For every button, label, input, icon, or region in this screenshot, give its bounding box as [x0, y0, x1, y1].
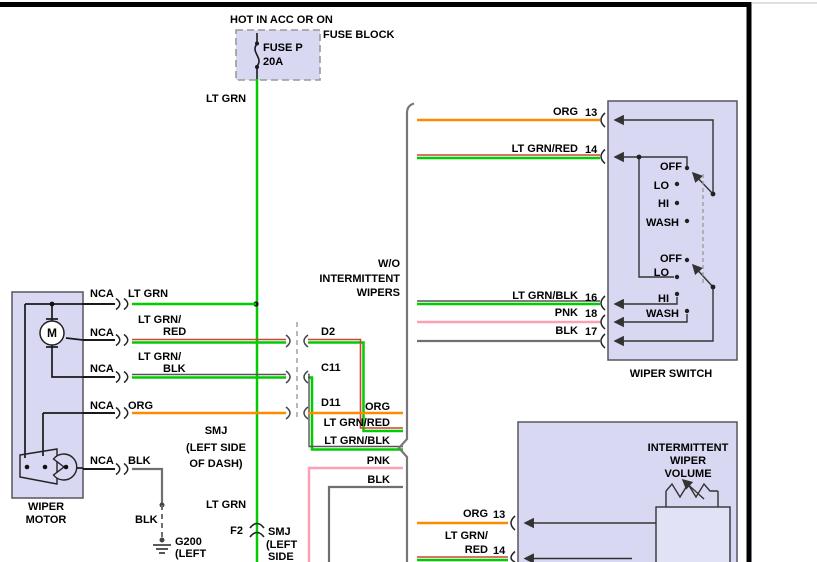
pin-wire-label: LT GRN/BLK	[512, 290, 578, 302]
wiring-diagram-page: HOT IN ACC OR ON FUSE BLOCK FUSE P 20A L…	[0, 0, 817, 562]
wire-label-lt-grn-red: LT GRN/RED	[324, 417, 390, 429]
pin-number: 16	[585, 292, 597, 304]
pin-number: 13	[493, 509, 505, 521]
intermittent-module-block: INTERMITTENT WIPER VOLUME	[518, 422, 737, 562]
wire-label-lt-grn: LT GRN	[206, 499, 246, 511]
fuse-terminal-dot	[255, 65, 259, 69]
wire-label: LT GRN/	[138, 351, 181, 363]
pin-wire-label: ORG	[463, 508, 488, 520]
module-title-1: INTERMITTENT	[648, 442, 729, 454]
ground-g200: BLK G200 (LEFT	[135, 503, 206, 561]
wire-label: ORG	[128, 400, 153, 412]
wire-label: LT GRN	[128, 288, 168, 300]
pos-lo-2: LO	[654, 267, 670, 279]
park-contact-dot	[25, 465, 30, 470]
pin-number: 14	[493, 545, 506, 557]
pin-wire-label: ORG	[553, 106, 578, 118]
motor-letter: M	[47, 326, 57, 340]
group-brace	[399, 104, 414, 562]
smj-dash-connectors: D2 C11 D11 SMJ (LEFT SIDE OF DASH)	[186, 322, 341, 470]
pos-lo-1: LO	[654, 180, 670, 192]
pos-hi-2: HI	[658, 293, 669, 305]
nca-tag: NCA	[90, 400, 114, 412]
connector-c11: C11	[321, 362, 341, 374]
wire-label-lt-grn-blk: LT GRN/BLK	[324, 435, 390, 447]
smj-label-2: (LEFT SIDE	[186, 442, 246, 454]
wire-lt-grn-red-route-stripe	[308, 340, 403, 429]
group-note-1: W/O	[378, 258, 400, 270]
park-contact-dot	[64, 465, 69, 470]
pos-wash-2: WASH	[646, 308, 679, 320]
wire-label: BLK	[163, 363, 186, 375]
junction-dot	[160, 538, 165, 543]
fuse-terminal-dot	[255, 42, 259, 46]
connector-d2: D2	[321, 326, 335, 338]
wiper-switch-box	[608, 101, 737, 360]
pin-wire-label: LT GRN/RED	[512, 143, 578, 155]
module-title-2: WIPER	[670, 455, 706, 467]
module-inner-box	[656, 507, 730, 562]
ground-icon	[153, 545, 171, 553]
fuse-block-box	[236, 30, 320, 80]
switch-edge-connector-icons	[601, 113, 605, 348]
wiper-motor-title-1: WIPER	[28, 501, 64, 513]
fuse-name: FUSE P	[263, 42, 303, 54]
pin-wire-label: LT GRN/	[445, 530, 488, 542]
wiper-motor-block: M WIPER MOTOR	[12, 292, 83, 526]
nca-tag: NCA	[90, 455, 114, 467]
fuse-block-label: FUSE BLOCK	[323, 29, 395, 41]
wire-label-org: ORG	[365, 401, 390, 413]
wire-blk-ground	[132, 469, 162, 505]
pin-number: 13	[585, 107, 597, 119]
pin-wire-label: PNK	[555, 307, 578, 319]
pin-number: 18	[585, 308, 597, 320]
park-contact-dot	[43, 465, 48, 470]
hot-in-acc-label: HOT IN ACC OR ON	[230, 14, 333, 26]
group-note: W/O INTERMITTENT WIPERS	[319, 258, 400, 299]
pos-hi-1: HI	[658, 198, 669, 210]
module-pin-labels: ORG 13 LT GRN/ RED 14	[445, 508, 506, 557]
smj-bottom-label-3: SIDE	[268, 551, 294, 562]
motor-wires	[132, 304, 286, 505]
pin-wire-label: BLK	[555, 325, 578, 337]
module-edge-connector-icons	[511, 516, 515, 562]
smj-label-1: SMJ	[205, 425, 228, 437]
wire-blk-route	[329, 487, 403, 562]
wiper-switch-title: WIPER SWITCH	[630, 368, 713, 380]
pos-off-2: OFF	[660, 253, 682, 265]
nca-tag: NCA	[90, 288, 114, 300]
wire-label: BLK	[128, 455, 151, 467]
connector-f2: F2	[230, 525, 243, 537]
fuse-block: HOT IN ACC OR ON FUSE BLOCK FUSE P 20A L…	[206, 14, 395, 105]
nca-tag: NCA	[90, 327, 114, 339]
ground-loc: (LEFT	[175, 548, 206, 560]
fuse-output-wire-label: LT GRN	[206, 93, 246, 105]
pin-number: 14	[585, 144, 598, 156]
wiper-motor-title-2: MOTOR	[26, 514, 67, 526]
ground-name: G200	[175, 536, 202, 548]
ground-wire-label: BLK	[135, 514, 158, 526]
module-title-3: VOLUME	[664, 468, 711, 480]
wire-label: RED	[163, 326, 186, 338]
fuse-rating: 20A	[263, 56, 283, 68]
smj-label-3: OF DASH)	[189, 458, 243, 470]
wire-label-pnk: PNK	[367, 455, 390, 467]
wire-label: LT GRN/	[138, 314, 181, 326]
pos-off-1: OFF	[660, 161, 682, 173]
connector-d11: D11	[321, 397, 341, 409]
wiper-circuit-diagram: HOT IN ACC OR ON FUSE BLOCK FUSE P 20A L…	[0, 0, 817, 562]
wire-label-blk: BLK	[367, 474, 390, 486]
pin-number: 17	[585, 326, 597, 338]
inline-connector-icons	[116, 299, 128, 475]
pos-wash-1: WASH	[646, 217, 679, 229]
nca-tag: NCA	[90, 363, 114, 375]
pin-wire-label: RED	[465, 544, 488, 556]
smj-bottom-connector: LT GRN F2 SMJ (LEFT SIDE	[206, 499, 297, 562]
wiper-switch-block: OFF LO HI WASH OFF LO HI WASH	[608, 101, 737, 360]
smj-bottom-label-1: SMJ	[268, 526, 291, 538]
junction-dot	[50, 302, 55, 307]
smj-bottom-label-2: (LEFT	[266, 539, 297, 551]
group-note-3: WIPERS	[357, 287, 400, 299]
group-note-2: INTERMITTENT	[319, 273, 400, 285]
